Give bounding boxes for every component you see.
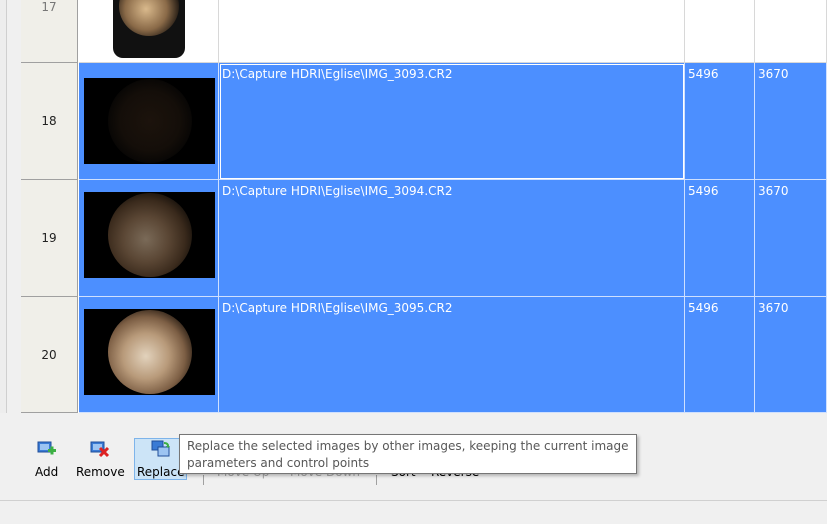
add-button-label: Add xyxy=(35,465,59,479)
image-width-cell: 5496 xyxy=(685,63,755,180)
add-button[interactable]: Add xyxy=(35,439,58,479)
image-path-cell: D:\Capture HDRI\Eglise\IMG_3094.CR2 xyxy=(219,180,685,297)
row-number[interactable]: 18 xyxy=(21,63,78,180)
image-path-cell: D:\Capture HDRI\Eglise\IMG_3093.CR2 xyxy=(219,63,685,180)
remove-button[interactable]: Remove xyxy=(76,439,125,479)
table-row[interactable]: 19 D:\Capture HDRI\Eglise\IMG_3094.CR2 5… xyxy=(21,180,827,297)
toolbar-separator xyxy=(376,475,377,485)
row-number[interactable]: 19 xyxy=(21,180,78,297)
image-thumbnail xyxy=(79,180,219,297)
thumbnail-image xyxy=(84,192,215,278)
image-path-cell: D:\Capture HDRI\Eglise\IMG_3095.CR2 xyxy=(219,297,685,413)
image-thumbnail xyxy=(79,63,219,180)
add-image-icon xyxy=(37,439,57,459)
image-thumbnail xyxy=(79,297,219,413)
image-height-cell: 3670 xyxy=(755,297,827,413)
image-width-cell: 5496 xyxy=(685,297,755,413)
thumbnail-image xyxy=(113,0,185,58)
row-number[interactable]: 20 xyxy=(21,297,78,413)
image-list-grid[interactable]: 17 18 D:\Capture HDRI\Eglise\IMG_3093.CR… xyxy=(21,0,827,413)
table-row[interactable]: 18 D:\Capture HDRI\Eglise\IMG_3093.CR2 5… xyxy=(21,63,827,180)
replace-tooltip: Replace the selected images by other ima… xyxy=(179,434,637,474)
thumbnail-image xyxy=(84,309,215,395)
toolbar-separator xyxy=(203,475,204,485)
remove-image-icon xyxy=(90,439,110,459)
replace-button-label: Replace xyxy=(137,465,185,479)
image-height-cell xyxy=(755,0,827,63)
vertical-scrollbar[interactable] xyxy=(0,0,7,413)
image-width-cell: 5496 xyxy=(685,180,755,297)
image-height-cell: 3670 xyxy=(755,180,827,297)
image-height-cell: 3670 xyxy=(755,63,827,180)
image-path-cell xyxy=(219,0,685,63)
row-number[interactable]: 17 xyxy=(21,0,78,63)
replace-image-icon xyxy=(151,439,171,459)
remove-button-label: Remove xyxy=(76,465,125,479)
image-width-cell xyxy=(685,0,755,63)
status-bar xyxy=(0,500,827,524)
thumbnail-image xyxy=(84,78,215,164)
image-thumbnail xyxy=(79,0,219,63)
table-row[interactable]: 20 D:\Capture HDRI\Eglise\IMG_3095.CR2 5… xyxy=(21,297,827,413)
table-row[interactable]: 17 xyxy=(21,0,827,63)
